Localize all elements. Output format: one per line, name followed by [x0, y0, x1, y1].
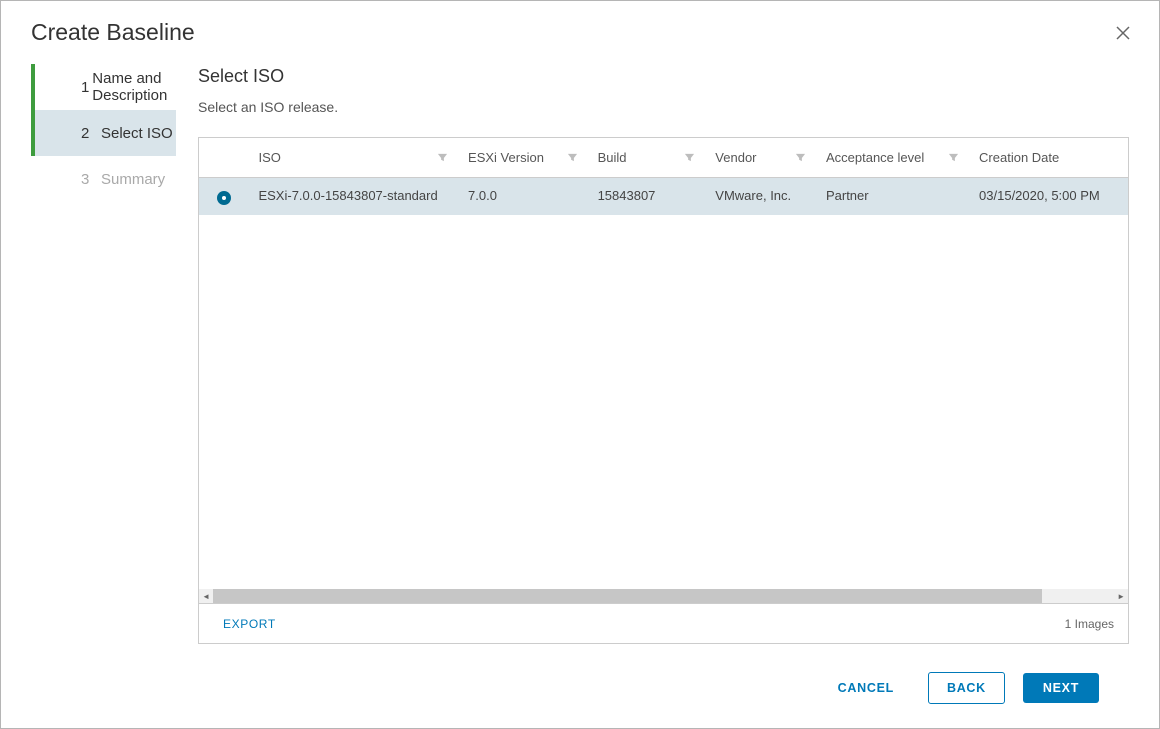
col-iso[interactable]: ISO — [248, 138, 458, 178]
horizontal-scrollbar[interactable]: ◄ ► — [199, 589, 1128, 603]
cell-ver: 7.0.0 — [458, 178, 588, 216]
next-button[interactable]: NEXT — [1023, 673, 1099, 703]
table-footer: EXPORT 1 Images — [199, 603, 1128, 643]
table-row[interactable]: ESXi-7.0.0-15843807-standard 7.0.0 15843… — [199, 178, 1128, 216]
scroll-left-icon[interactable]: ◄ — [199, 589, 213, 603]
col-acceptance[interactable]: Acceptance level — [816, 138, 969, 178]
iso-table: ISO ESXi Version — [199, 138, 1128, 215]
col-date-label: Creation Date — [979, 150, 1059, 165]
cell-date: 03/15/2020, 5:00 PM — [969, 178, 1128, 216]
col-iso-label: ISO — [258, 150, 280, 165]
step-label: Summary — [101, 171, 165, 188]
step-name-description[interactable]: 1 Name and Description — [31, 64, 176, 110]
select-iso-panel: Select ISO Select an ISO release. — [176, 54, 1159, 728]
filter-icon[interactable] — [567, 152, 578, 163]
row-radio-cell[interactable] — [199, 178, 248, 216]
step-number: 1 — [81, 79, 92, 96]
scroll-right-icon[interactable]: ► — [1114, 589, 1128, 603]
col-select — [199, 138, 248, 178]
dialog-footer: CANCEL BACK NEXT — [198, 644, 1129, 728]
col-vendor[interactable]: Vendor — [705, 138, 816, 178]
filter-icon[interactable] — [437, 152, 448, 163]
dialog-body: 1 Name and Description 2 Select ISO 3 Su… — [1, 54, 1159, 728]
cell-vendor: VMware, Inc. — [705, 178, 816, 216]
iso-table-container: ISO ESXi Version — [198, 137, 1129, 644]
panel-title: Select ISO — [198, 66, 1129, 87]
filter-icon[interactable] — [795, 152, 806, 163]
close-icon[interactable] — [1115, 25, 1131, 41]
dialog-header: Create Baseline — [1, 1, 1159, 54]
cell-build: 15843807 — [588, 178, 706, 216]
dialog-title: Create Baseline — [31, 19, 195, 46]
step-number: 3 — [81, 171, 101, 188]
col-vendor-label: Vendor — [715, 150, 756, 165]
iso-table-scroll: ISO ESXi Version — [199, 138, 1128, 589]
col-ver-label: ESXi Version — [468, 150, 544, 165]
step-select-iso[interactable]: 2 Select ISO — [31, 110, 176, 156]
col-build[interactable]: Build — [588, 138, 706, 178]
cancel-button[interactable]: CANCEL — [822, 673, 910, 703]
filter-icon[interactable] — [948, 152, 959, 163]
back-button[interactable]: BACK — [928, 672, 1005, 704]
radio-selected-icon[interactable] — [217, 191, 231, 205]
step-label: Select ISO — [101, 125, 173, 142]
cell-accept: Partner — [816, 178, 969, 216]
step-number: 2 — [81, 125, 101, 142]
col-build-label: Build — [598, 150, 627, 165]
create-baseline-dialog: Create Baseline 1 Name and Description 2… — [0, 0, 1160, 729]
filter-icon[interactable] — [684, 152, 695, 163]
cell-iso: ESXi-7.0.0-15843807-standard — [248, 178, 458, 216]
panel-subtitle: Select an ISO release. — [198, 99, 1129, 115]
col-accept-label: Acceptance level — [826, 150, 924, 165]
scroll-track[interactable] — [213, 589, 1114, 603]
col-esxi-version[interactable]: ESXi Version — [458, 138, 588, 178]
scroll-thumb[interactable] — [213, 589, 1042, 603]
step-summary: 3 Summary — [31, 156, 176, 202]
wizard-steps: 1 Name and Description 2 Select ISO 3 Su… — [1, 54, 176, 728]
step-label: Name and Description — [92, 70, 176, 104]
col-creation-date[interactable]: Creation Date — [969, 138, 1128, 178]
export-button[interactable]: EXPORT — [223, 617, 276, 631]
images-count: 1 Images — [1065, 617, 1114, 631]
